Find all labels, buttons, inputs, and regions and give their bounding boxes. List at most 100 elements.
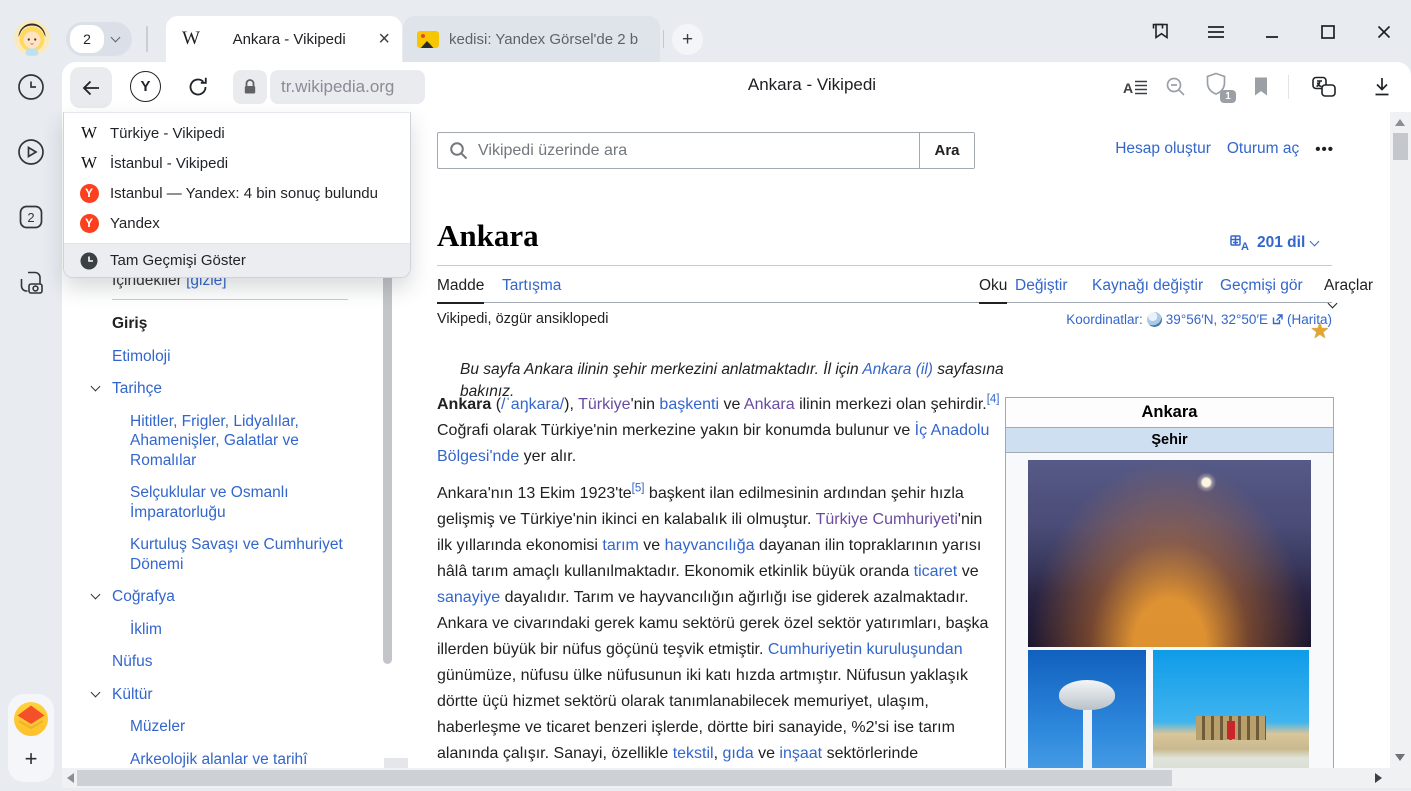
scroll-right-arrow-icon[interactable] <box>1375 773 1382 783</box>
downloads-button[interactable] <box>1368 73 1396 101</box>
toc-item[interactable]: İklim <box>90 620 352 640</box>
browser-menu-button[interactable] <box>1202 18 1230 46</box>
scroll-left-arrow-icon[interactable] <box>67 773 74 783</box>
globe-icon[interactable] <box>1147 312 1162 327</box>
reader-mode-button[interactable]: A <box>1122 73 1150 101</box>
atakule-tower-photo[interactable] <box>1028 650 1146 768</box>
yandex-y-icon: Y <box>80 184 99 203</box>
more-options-button[interactable]: ••• <box>1315 141 1334 158</box>
toc-item[interactable]: Hititler, Frigler, Lidyalılar, Ahamenişl… <box>90 412 352 471</box>
toc-item[interactable]: Giriş <box>90 314 352 334</box>
toc-item[interactable]: Selçuklular ve Osmanlı İmparatorluğu <box>90 483 352 522</box>
create-account-link[interactable]: Hesap oluştur <box>1115 140 1211 158</box>
search-input[interactable] <box>478 133 919 168</box>
address-bar[interactable]: tr.wikipedia.org <box>270 70 425 104</box>
featured-article-star-icon: ★ <box>1310 318 1330 344</box>
article-title: Ankara <box>437 218 539 254</box>
minimize-icon <box>1260 20 1284 44</box>
side-panels-button[interactable] <box>1146 18 1174 46</box>
history-item[interactable]: Y Yandex <box>64 208 410 238</box>
tab-tools[interactable]: Araçlar <box>1324 277 1373 313</box>
close-icon <box>1372 20 1396 44</box>
anitkabir-photo[interactable] <box>1153 650 1309 768</box>
maximize-button[interactable] <box>1314 18 1342 46</box>
protect-button[interactable]: 1 <box>1203 71 1233 103</box>
close-tab-icon[interactable]: × <box>378 29 390 49</box>
history-item[interactable]: W Türkiye - Vikipedi <box>64 118 410 148</box>
divider <box>146 26 148 52</box>
mail-button[interactable] <box>13 701 49 737</box>
tab-talk[interactable]: Tartışma <box>502 277 561 295</box>
tab-yandex-gorsel[interactable]: kedisi: Yandex Görsel'de 2 b <box>403 16 660 62</box>
scroll-down-arrow-icon[interactable] <box>1395 754 1405 761</box>
skyline-night-photo[interactable] <box>1028 460 1311 647</box>
toc-item[interactable]: Kültür <box>90 685 352 705</box>
sidebar: 2 + <box>0 62 62 791</box>
language-selector[interactable]: A 201 dil <box>1230 234 1318 252</box>
coordinates: Koordinatlar: 39°56′N, 32°50′E (Harita) <box>1066 312 1332 327</box>
add-widget-button[interactable]: + <box>8 742 54 776</box>
history-dropdown: W Türkiye - Vikipedi W İstanbul - Vikipe… <box>63 112 411 278</box>
new-tab-button[interactable]: + <box>672 24 703 55</box>
toc-item[interactable]: Nüfus <box>90 652 352 672</box>
paragraph-economy: Ankara'nın 13 Ekim 1923'te[5] başkent il… <box>437 481 1000 768</box>
find-zoom-button[interactable] <box>1162 73 1190 101</box>
sidebar-widgets-panel: + <box>8 694 54 782</box>
tab-article[interactable]: Madde <box>437 277 484 295</box>
tab-edit[interactable]: Değiştir <box>1015 277 1068 295</box>
bookmark-button[interactable] <box>1247 73 1275 101</box>
chevron-down-icon[interactable] <box>91 590 101 600</box>
paragraph-lead: Ankara (/ˈaŋkara/), Türkiye'nin başkenti… <box>437 392 1000 470</box>
side-panels-icon <box>1147 19 1173 45</box>
download-icon <box>1369 74 1395 100</box>
vertical-scrollbar-thumb[interactable] <box>1393 133 1408 160</box>
toc-item[interactable]: Müzeler <box>90 717 352 737</box>
site-security-button[interactable] <box>233 70 267 104</box>
tab-read[interactable]: Oku <box>979 277 1007 295</box>
profile-avatar[interactable] <box>14 20 50 56</box>
history-item[interactable]: W İstanbul - Vikipedi <box>64 148 410 178</box>
horizontal-scrollbar-thumb[interactable] <box>77 770 1172 786</box>
vertical-scrollbar[interactable] <box>1390 112 1411 768</box>
chevron-down-icon[interactable] <box>91 687 101 697</box>
toc-item[interactable]: Kurtuluş Savaşı ve Cumhuriyet Dönemi <box>90 535 352 574</box>
scroll-up-arrow-icon[interactable] <box>1395 119 1405 126</box>
svg-text:A: A <box>1123 80 1133 96</box>
external-link-icon <box>1272 314 1283 325</box>
yandex-button[interactable]: Y <box>130 71 161 102</box>
show-full-history-button[interactable]: Tam Geçmişi Göster <box>64 244 410 277</box>
coordinates-value[interactable]: 39°56′N, 32°50′E <box>1166 312 1268 327</box>
toc-item[interactable]: Coğrafya <box>90 587 352 607</box>
toc-item[interactable]: Tarihçe <box>90 379 352 399</box>
chevron-down-icon[interactable] <box>91 382 101 392</box>
infobox-image-collage <box>1006 453 1333 768</box>
tabs-panel-button[interactable]: 2 <box>16 202 46 232</box>
search-submit-button[interactable]: Ara <box>919 133 974 168</box>
close-window-button[interactable] <box>1370 18 1398 46</box>
reload-button[interactable] <box>184 73 212 101</box>
reader-mode-icon: A <box>1123 74 1149 100</box>
toc-item[interactable]: Etimoloji <box>90 347 352 367</box>
tab-ankara-vikipedi[interactable]: W Ankara - Vikipedi × <box>166 16 402 62</box>
infobox-subtitle: Şehir <box>1006 428 1333 453</box>
minimize-button[interactable] <box>1258 18 1286 46</box>
translate-button[interactable] <box>1310 73 1338 101</box>
history-button[interactable] <box>16 72 46 102</box>
history-item[interactable]: Y Istanbul — Yandex: 4 bin sonuç bulundu <box>64 178 410 208</box>
tab-counter[interactable]: 2 <box>66 22 132 56</box>
table-of-contents: İçindekiler [gizle] Giriş Etimoloji Tari… <box>90 272 390 768</box>
yandex-y-glyph: Y <box>140 78 150 95</box>
horizontal-scrollbar[interactable] <box>62 768 1390 788</box>
coordinates-label[interactable]: Koordinatlar: <box>1066 312 1143 327</box>
tabs-count-icon: 2 <box>16 202 46 232</box>
video-button[interactable] <box>16 137 46 167</box>
tower-disc <box>1059 680 1115 710</box>
toc-scrollbar[interactable] <box>383 272 392 664</box>
tab-edit-source[interactable]: Kaynağı değiştir <box>1092 277 1203 295</box>
infobox: Ankara Şehir <box>1005 397 1334 768</box>
back-button[interactable] <box>70 67 112 108</box>
tab-history[interactable]: Geçmişi gör <box>1220 277 1303 295</box>
screenshot-button[interactable] <box>16 267 46 297</box>
log-in-link[interactable]: Oturum aç <box>1227 140 1299 158</box>
toc-item[interactable]: Arkeolojik alanlar ve tarihî kalıntılar <box>90 750 352 769</box>
